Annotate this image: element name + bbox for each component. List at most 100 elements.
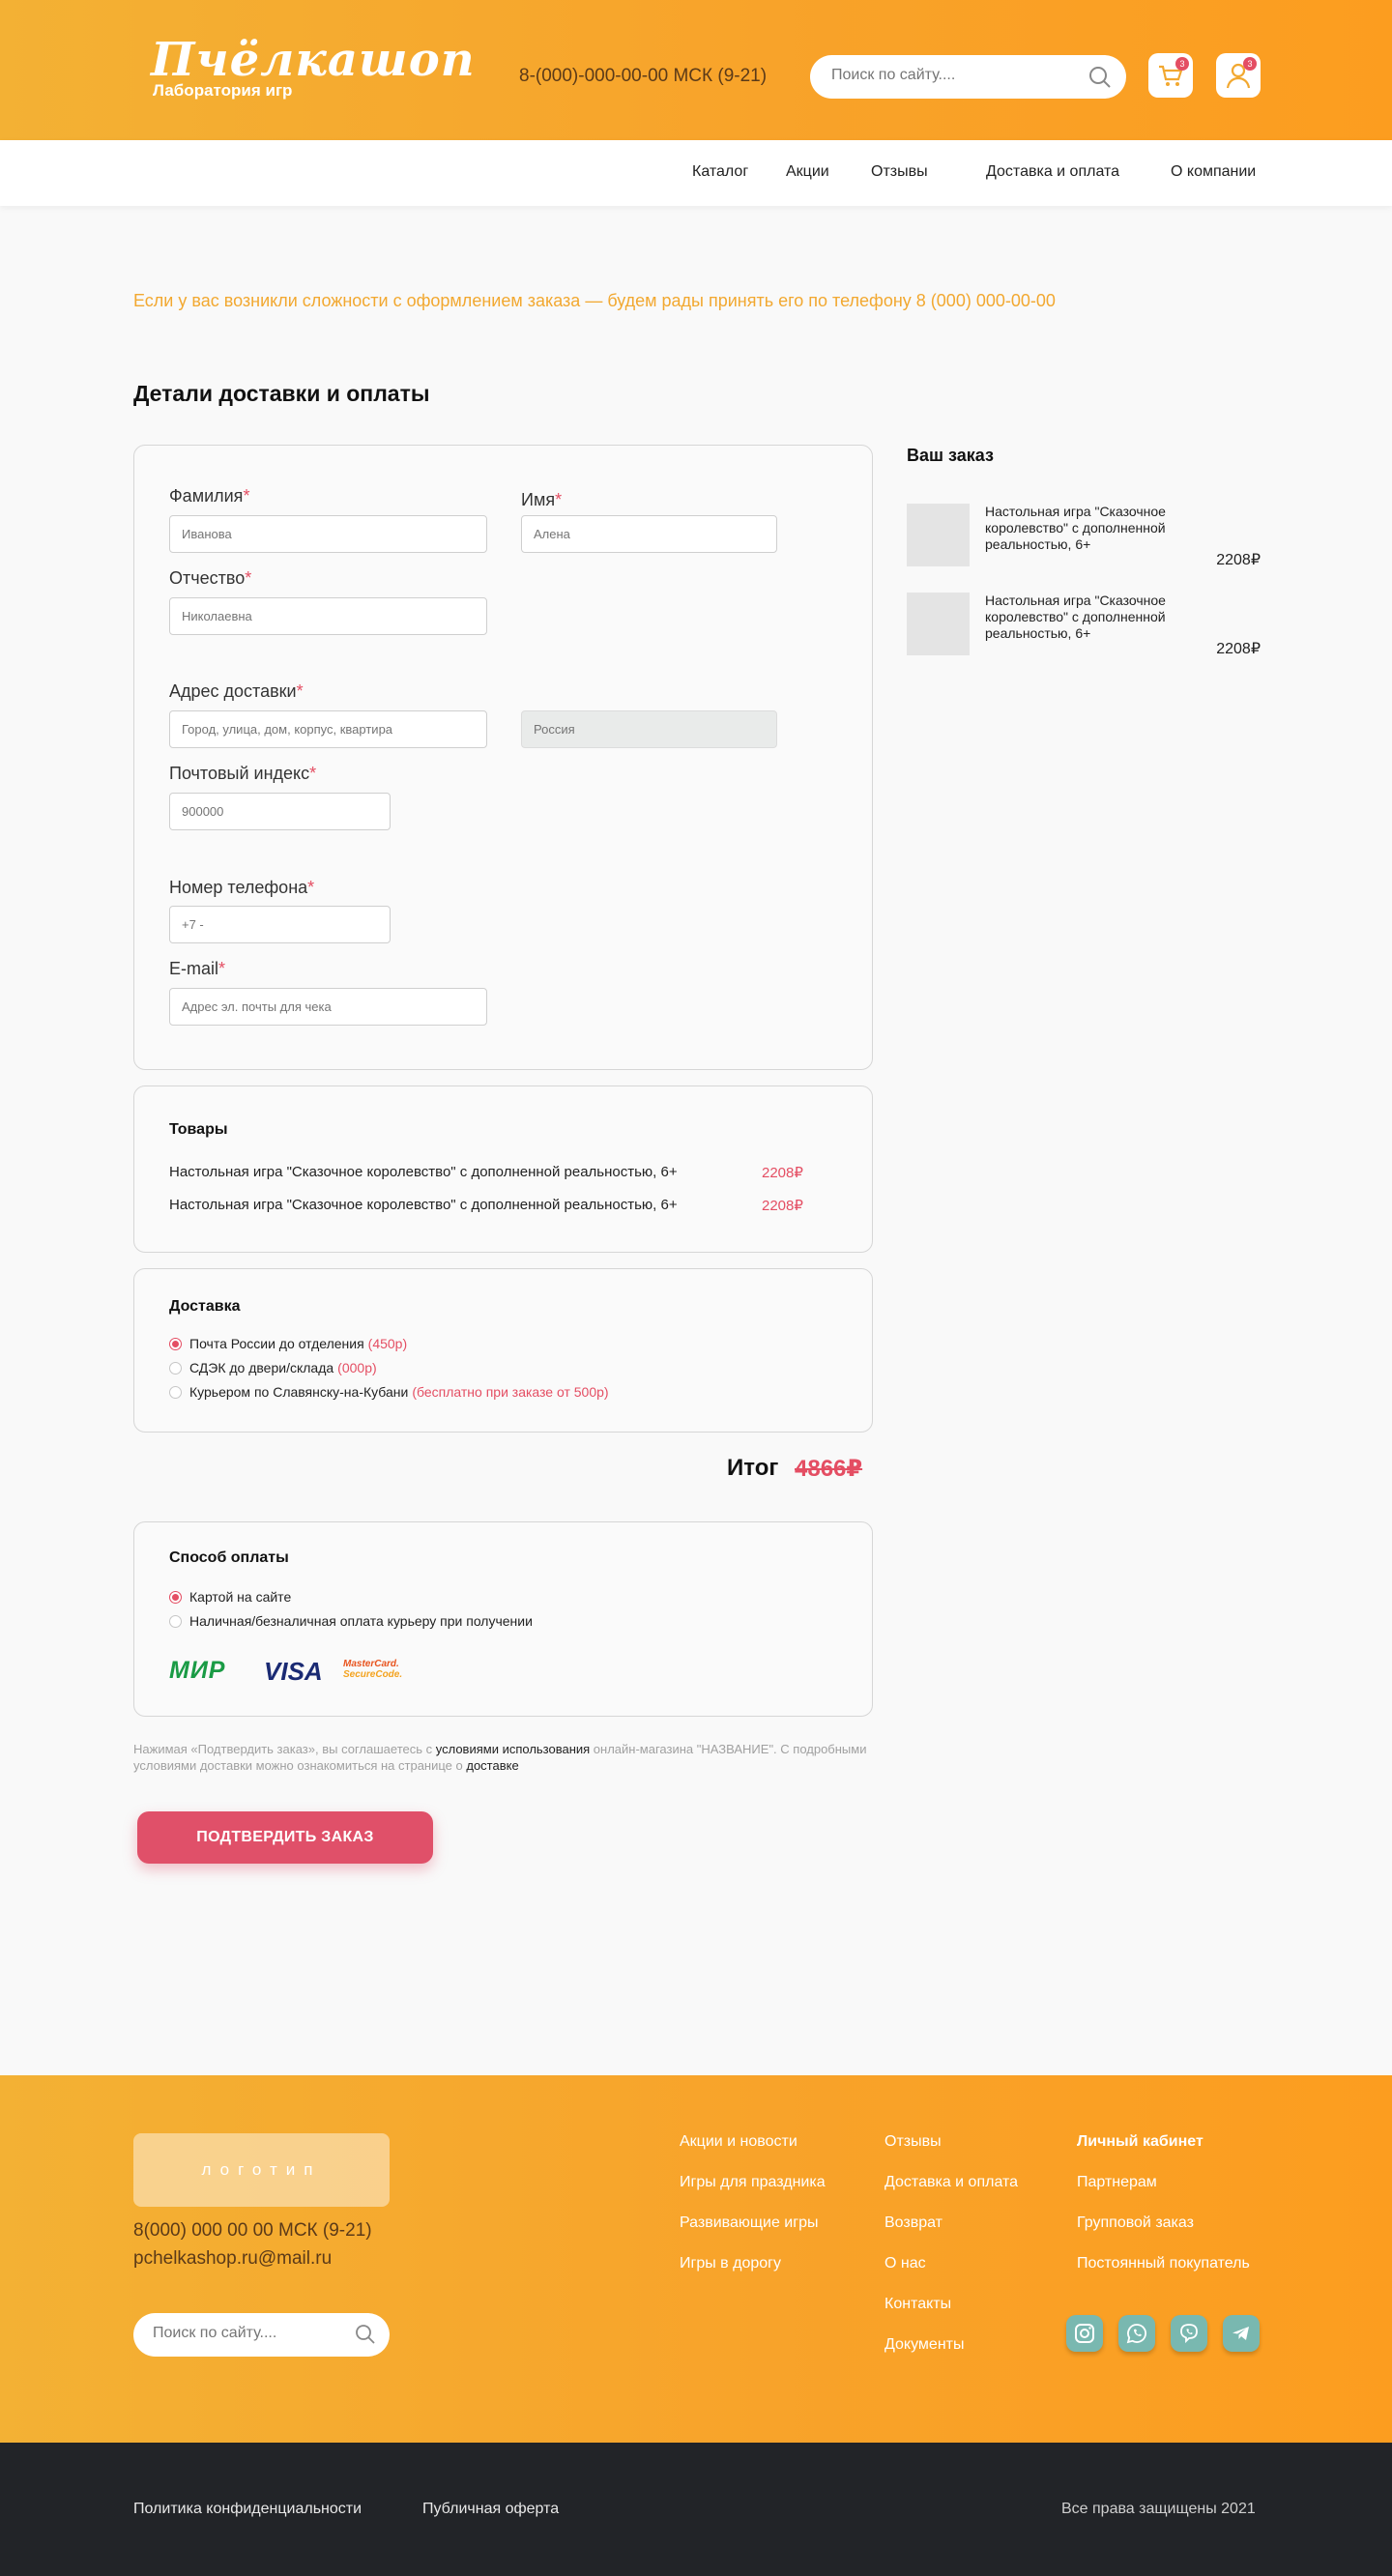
payment-option-label: Наличная/безналичная оплата курьеру при …: [189, 1613, 533, 1629]
footer-link[interactable]: Доставка и оплата: [884, 2174, 1018, 2191]
footer-phone[interactable]: 8(000) 000 00 00 МСК (9-21): [133, 2220, 372, 2242]
delivery-link[interactable]: доставке: [466, 1758, 518, 1773]
delivery-option-cdek[interactable]: СДЭК до двери/склада (000р): [169, 1360, 377, 1375]
product-thumbnail[interactable]: [907, 504, 970, 566]
delivery-option-courier[interactable]: Курьером по Славянску-на-Кубани (бесплат…: [169, 1384, 609, 1400]
footer-search: [133, 2313, 390, 2357]
site-logo[interactable]: Пчёлкашоп Лаборатория игр: [151, 35, 476, 101]
delivery-option-price: (450р): [367, 1336, 408, 1351]
delivery-option-price: (бесплатно при заказе от 500р): [412, 1384, 609, 1400]
address-input[interactable]: [169, 710, 487, 748]
viber-button[interactable]: [1171, 2315, 1207, 2352]
address-label: Адрес доставки*: [169, 681, 304, 701]
footer-link[interactable]: Возврат: [884, 2214, 942, 2232]
copyright: Все права защищены 2021: [1061, 2501, 1256, 2517]
name-input[interactable]: [521, 515, 777, 553]
footer-link[interactable]: Партнерам: [1077, 2174, 1157, 2191]
whatsapp-icon: [1126, 2324, 1146, 2344]
footer-link[interactable]: Игры в дорогу: [680, 2255, 781, 2272]
nav-promotions[interactable]: Акции: [786, 163, 829, 181]
whatsapp-button[interactable]: [1118, 2315, 1155, 2352]
profile-button[interactable]: 3: [1216, 53, 1261, 98]
nav-catalog[interactable]: Каталог: [692, 163, 748, 181]
patronymic-label: Отчество*: [169, 568, 252, 588]
search-input[interactable]: [831, 67, 1073, 84]
delivery-option-label: Курьером по Славянску-на-Кубани: [189, 1384, 409, 1400]
goods-item-name: Настольная игра "Сказочное королевство" …: [169, 1197, 678, 1213]
public-offer-link[interactable]: Публичная оферта: [422, 2501, 559, 2518]
header-search: [810, 55, 1126, 99]
order-title: Ваш заказ: [907, 446, 994, 465]
goods-item-price: 2208₽: [762, 1198, 803, 1214]
delivery-option-label: СДЭК до двери/склада: [189, 1360, 334, 1375]
search-icon[interactable]: [355, 2324, 376, 2350]
privacy-policy-link[interactable]: Политика конфиденциальности: [133, 2501, 362, 2518]
payment-option-cash[interactable]: Наличная/безналичная оплата курьеру при …: [169, 1613, 533, 1629]
nav-reviews[interactable]: Отзывы: [871, 163, 928, 181]
order-item-name[interactable]: Настольная игра "Сказочное королевство" …: [985, 593, 1169, 642]
footer-link[interactable]: О нас: [884, 2255, 926, 2272]
order-item-name[interactable]: Настольная игра "Сказочное королевство" …: [985, 504, 1169, 553]
product-thumbnail[interactable]: [907, 593, 970, 655]
patronymic-input[interactable]: [169, 597, 487, 635]
radio-unselected[interactable]: [169, 1614, 182, 1628]
mir-logo: МИР: [169, 1657, 226, 1684]
visa-logo: VISA: [264, 1657, 323, 1686]
mastercard-text: MasterCard.: [343, 1659, 399, 1669]
phone-input[interactable]: [169, 906, 391, 943]
phone-order-notice: Если у вас возникли сложности с оформлен…: [133, 291, 1056, 310]
footer-link[interactable]: Групповой заказ: [1077, 2214, 1194, 2232]
instagram-button[interactable]: [1066, 2315, 1103, 2352]
footer-email[interactable]: pchelkashop.ru@mail.ru: [133, 2248, 332, 2270]
payment-option-card[interactable]: Картой на сайте: [169, 1589, 291, 1605]
goods-item-price: 2208₽: [762, 1165, 803, 1181]
radio-selected[interactable]: [169, 1590, 182, 1604]
radio-selected[interactable]: [169, 1337, 182, 1350]
radio-unselected[interactable]: [169, 1385, 182, 1399]
site-footer: логотип 8(000) 000 00 00 МСК (9-21) pche…: [0, 2075, 1392, 2443]
confirm-order-button[interactable]: ПОДТВЕРДИТЬ ЗАКАЗ: [137, 1811, 433, 1864]
payment-option-label: Картой на сайте: [189, 1589, 292, 1605]
header-phone[interactable]: 8-(000)-000-00-00 МСК (9-21): [519, 66, 767, 87]
footer-link[interactable]: Развивающие игры: [680, 2214, 818, 2232]
search-icon[interactable]: [1088, 65, 1113, 95]
delivery-option-post[interactable]: Почта России до отделения (450р): [169, 1336, 407, 1351]
cart-button[interactable]: 3: [1148, 53, 1193, 98]
radio-unselected[interactable]: [169, 1361, 182, 1375]
phone-label: Номер телефона*: [169, 878, 315, 897]
footer-link[interactable]: Акции и новости: [680, 2133, 798, 2151]
total-label: Итог: [727, 1455, 779, 1481]
delivery-option-label: Почта России до отделения: [189, 1336, 364, 1351]
delivery-option-price: (000р): [337, 1360, 377, 1375]
footer-link[interactable]: Отзывы: [884, 2133, 942, 2151]
footer-search-input[interactable]: [153, 2325, 346, 2342]
zip-label: Почтовый индекс*: [169, 764, 317, 783]
email-label: E-mail*: [169, 959, 226, 978]
country-field[interactable]: [521, 710, 777, 748]
email-input[interactable]: [169, 988, 487, 1026]
zip-input[interactable]: [169, 793, 391, 830]
footer-link[interactable]: Постоянный покупатель: [1077, 2255, 1250, 2272]
order-item-price: 2208₽: [1216, 641, 1261, 657]
name-label: Имя*: [521, 490, 563, 509]
telegram-button[interactable]: [1223, 2315, 1260, 2352]
securecode-text: SecureCode.: [343, 1669, 403, 1680]
footer-link[interactable]: Документы: [884, 2336, 964, 2354]
logo-main-text: Пчёлкашоп: [151, 33, 476, 87]
delivery-card: Доставка Почта России до отделения (450р…: [133, 1268, 873, 1433]
surname-input[interactable]: [169, 515, 487, 553]
legal-notice: Нажимая «Подтвердить заказ», вы соглашае…: [133, 1741, 878, 1774]
footer-logo[interactable]: логотип: [133, 2133, 390, 2207]
footer-link[interactable]: Контакты: [884, 2296, 951, 2313]
nav-delivery[interactable]: Доставка и оплата: [986, 163, 1119, 181]
footer-link[interactable]: Игры для праздника: [680, 2174, 826, 2191]
site-header: Пчёлкашоп Лаборатория игр 8-(000)-000-00…: [0, 0, 1392, 140]
main-nav: Каталог Акции Отзывы Доставка и оплата О…: [0, 140, 1392, 206]
terms-link[interactable]: условиями использования: [436, 1742, 590, 1756]
page-title: Детали доставки и оплаты: [133, 381, 430, 406]
nav-about[interactable]: О компании: [1171, 163, 1256, 181]
goods-card: Товары Настольная игра "Сказочное короле…: [133, 1085, 873, 1253]
total-value: 4866₽: [795, 1456, 863, 1482]
legal-text: Нажимая «Подтвердить заказ», вы соглашае…: [133, 1742, 436, 1756]
footer-account-link[interactable]: Личный кабинет: [1077, 2133, 1204, 2151]
